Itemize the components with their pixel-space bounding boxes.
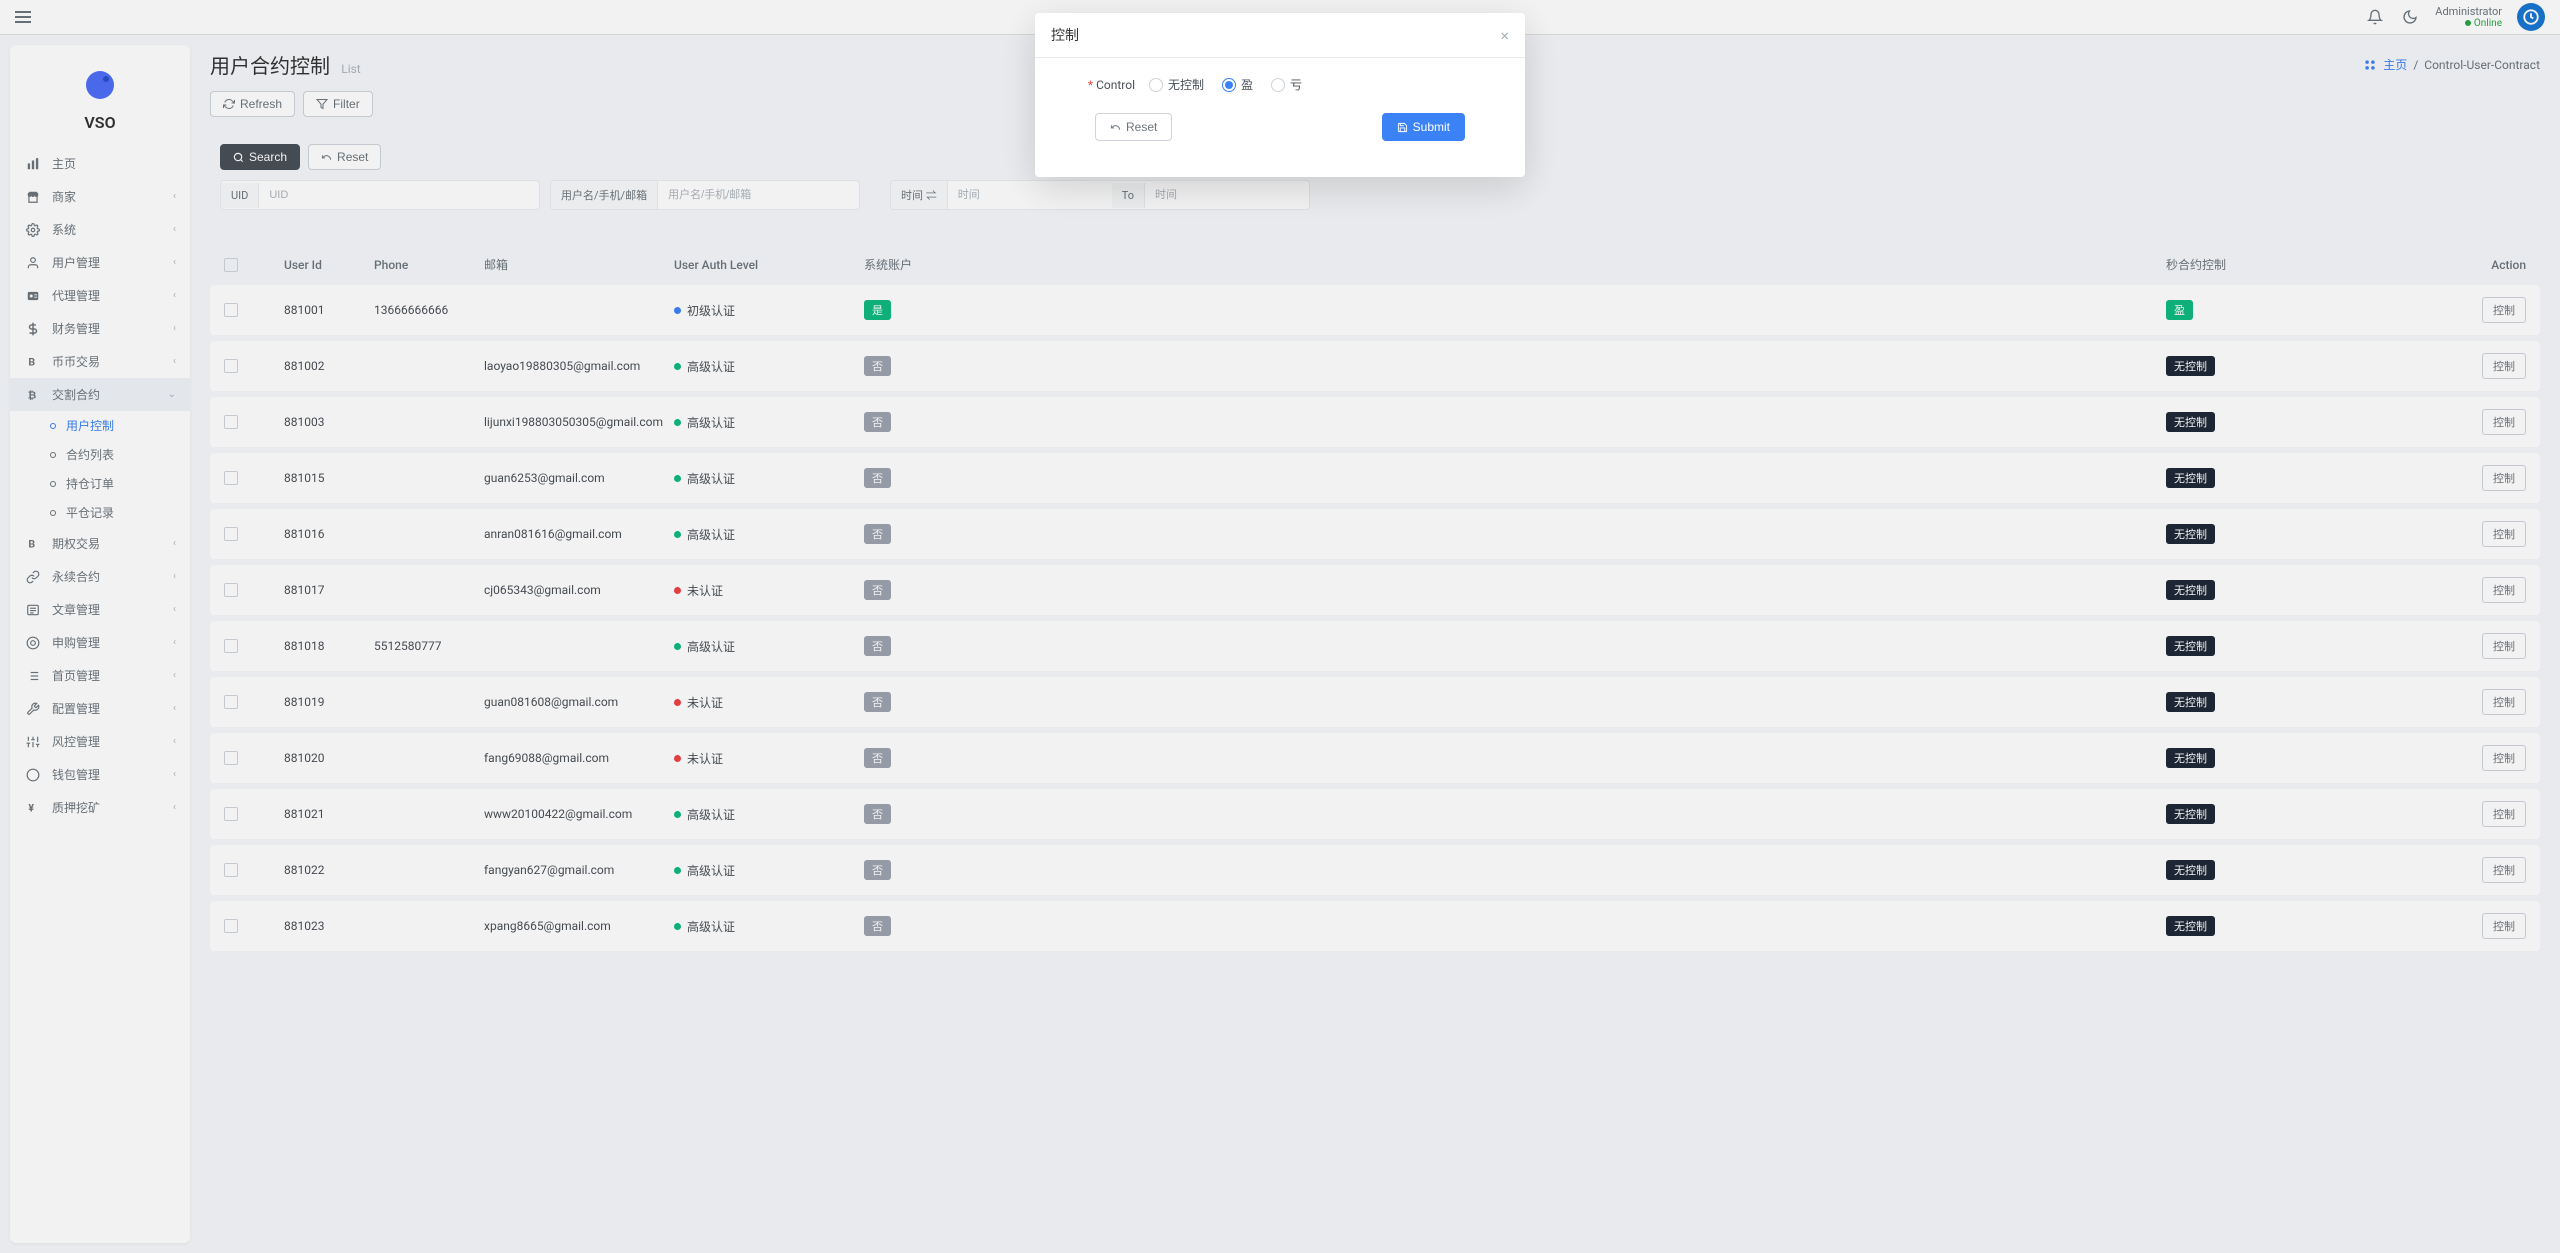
radio-option[interactable]: 无控制 [1149, 76, 1204, 93]
save-icon [1397, 122, 1408, 133]
close-icon[interactable]: × [1500, 26, 1509, 45]
modal-reset-button[interactable]: Reset [1095, 113, 1172, 141]
modal-overlay[interactable]: 控制 × *Control 无控制 盈 亏 Reset Submit [0, 0, 2560, 1253]
modal-submit-button[interactable]: Submit [1382, 113, 1465, 141]
radio-icon [1271, 78, 1285, 92]
radio-option[interactable]: 盈 [1222, 76, 1253, 93]
radio-option[interactable]: 亏 [1271, 76, 1302, 93]
control-label: *Control [1055, 78, 1135, 92]
radio-icon [1222, 78, 1236, 92]
control-modal: 控制 × *Control 无控制 盈 亏 Reset Submit [1035, 13, 1525, 177]
radio-icon [1149, 78, 1163, 92]
modal-title: 控制 [1051, 25, 1079, 45]
undo-icon [1110, 122, 1121, 133]
